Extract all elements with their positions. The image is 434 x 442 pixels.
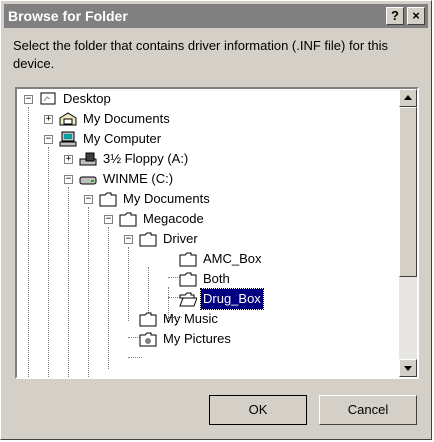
folder-icon xyxy=(179,252,197,267)
cancel-button[interactable]: Cancel xyxy=(319,395,417,425)
window-title: Browse for Folder xyxy=(8,8,128,24)
tree-item-label: My Documents xyxy=(123,191,210,206)
arrow-down-icon xyxy=(404,366,412,371)
tree-item-label: Desktop xyxy=(63,91,111,106)
folder-tree[interactable]: − Desktop + My Documents − My Computer +3½ Flo… xyxy=(15,87,419,379)
my-documents-icon xyxy=(59,112,77,126)
pictures-folder-icon xyxy=(139,332,157,347)
collapse-node-button[interactable]: − xyxy=(84,195,93,204)
folder-icon xyxy=(99,192,117,207)
arrow-up-icon xyxy=(404,95,412,100)
tree-item-label: My Music xyxy=(163,311,218,326)
tree-item-label: My Pictures xyxy=(163,331,231,346)
ok-button[interactable]: OK xyxy=(209,395,307,425)
scroll-up-button[interactable] xyxy=(399,89,417,107)
help-button[interactable]: ? xyxy=(386,7,404,25)
collapse-node-button[interactable]: − xyxy=(64,175,73,184)
folder-icon xyxy=(139,312,157,327)
collapse-node-button[interactable]: − xyxy=(24,95,33,104)
expand-node-button[interactable]: + xyxy=(44,115,53,124)
open-folder-icon xyxy=(179,292,197,307)
tree-item-label: My Computer xyxy=(83,131,162,146)
tree-item-label: WINME (C:) xyxy=(103,171,174,186)
desktop-icon xyxy=(40,92,56,105)
tree-connector-line xyxy=(128,357,142,358)
tree-connector-line xyxy=(108,227,109,369)
tree-connector-line xyxy=(128,247,129,321)
folder-tree-viewport: − Desktop + My Documents − My Computer +3½ Flo… xyxy=(17,89,403,377)
folder-icon xyxy=(179,272,197,287)
scroll-thumb[interactable] xyxy=(399,107,417,277)
floppy-drive-icon xyxy=(79,152,97,166)
collapse-node-button[interactable]: − xyxy=(104,215,113,224)
tree-item-label: Both xyxy=(203,271,230,286)
close-button[interactable]: × xyxy=(407,7,425,25)
vertical-scrollbar[interactable] xyxy=(399,89,417,377)
computer-icon xyxy=(59,131,77,147)
title-bar[interactable]: Browse for Folder ? × xyxy=(4,4,428,28)
tree-item-label: AMC_Box xyxy=(203,251,262,266)
tree-connector-line xyxy=(88,207,89,377)
collapse-node-button[interactable]: − xyxy=(124,235,133,244)
expand-node-button[interactable]: + xyxy=(64,155,73,164)
browse-for-folder-dialog: Browse for Folder ? × Select the folder … xyxy=(0,0,432,440)
folder-icon xyxy=(139,232,157,247)
collapse-node-button[interactable]: − xyxy=(44,135,53,144)
hard-drive-icon xyxy=(79,176,97,185)
tree-item-label: Drug_Box xyxy=(200,288,264,310)
tree-item-label: My Documents xyxy=(83,111,170,126)
instruction-text: Select the folder that contains driver i… xyxy=(13,38,388,71)
tree-connector-line xyxy=(28,107,29,377)
tree-item-label: Megacode xyxy=(143,211,204,226)
tree-item-label: Driver xyxy=(163,231,198,246)
tree-item-label: 3½ Floppy (A:) xyxy=(103,151,189,166)
tree-connector-line xyxy=(48,147,49,377)
tree-connector-line xyxy=(68,187,69,377)
folder-icon xyxy=(119,212,137,227)
scroll-down-button[interactable] xyxy=(399,359,417,377)
